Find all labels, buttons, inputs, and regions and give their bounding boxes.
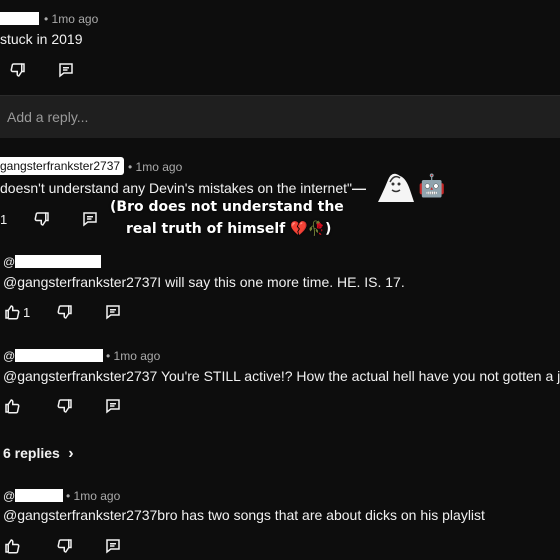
overlay-caption-line1: (Bro does not understand the [110, 199, 344, 215]
thumbs-up-icon [5, 539, 20, 554]
thumbs-down-icon [34, 212, 49, 226]
comment-text: @gangsterfrankster2737 You're STILL acti… [3, 368, 560, 384]
reply-comment-icon [106, 305, 120, 320]
reply-button[interactable] [57, 61, 75, 79]
comment-timestamp: • 1mo ago [106, 349, 161, 363]
like-count: 1 [0, 212, 8, 227]
dislike-button[interactable] [56, 397, 74, 415]
handle-at-symbol: @ [3, 349, 16, 363]
handle-at-symbol: @ [3, 489, 16, 503]
like-button[interactable] [3, 303, 21, 321]
like-button[interactable] [3, 537, 21, 555]
robot-emoji: 🤖 [418, 173, 446, 198]
redacted-username [15, 489, 63, 502]
dislike-button[interactable] [56, 537, 74, 555]
reply-input-placeholder[interactable]: Add a reply... [7, 109, 88, 125]
crying-face-sticker-image [378, 173, 414, 202]
thumbs-up-icon [5, 399, 20, 414]
thumbs-down-icon [57, 399, 72, 413]
view-replies-link[interactable]: 6 replies › [3, 445, 74, 463]
thumbs-down-icon [10, 63, 25, 77]
comment-author-handle[interactable]: gangsterfrankster2737 [0, 157, 125, 175]
dislike-button[interactable] [56, 303, 74, 321]
reply-comment-icon [106, 539, 120, 554]
thumbs-up-icon [5, 305, 20, 320]
reply-comment-icon [106, 399, 120, 414]
redacted-username [0, 12, 39, 25]
comment-text: stuck in 2019 [0, 31, 83, 47]
comment-text: @gangsterfrankster2737I will say this on… [3, 274, 405, 290]
reply-comment-icon [59, 63, 73, 78]
comment-timestamp: • 1mo ago [128, 160, 183, 174]
comment-text: @gangsterfrankster2737bro has two songs … [3, 507, 485, 523]
handle-at-symbol: @ [3, 255, 16, 269]
overlay-caption-line2: real truth of himself 💔🥀) [126, 221, 332, 237]
comment-timestamp: • 1mo ago [66, 489, 121, 503]
like-count: 1 [23, 305, 31, 320]
like-button[interactable] [3, 397, 21, 415]
comment-timestamp: • 1mo ago [44, 12, 99, 26]
reply-button[interactable] [104, 537, 122, 555]
reply-button[interactable] [104, 397, 122, 415]
reply-button[interactable] [81, 210, 99, 228]
redacted-username [15, 255, 101, 268]
dash-emoji: — [351, 180, 366, 196]
redacted-username [15, 349, 103, 362]
dislike-button[interactable] [33, 210, 51, 228]
reply-button[interactable] [104, 303, 122, 321]
reply-comment-icon [83, 212, 97, 227]
chevron-right-icon: › [68, 445, 74, 462]
dislike-button[interactable] [9, 61, 27, 79]
comment-text: doesn't understand any Devin's mistakes … [0, 180, 366, 196]
reply-input-bar[interactable]: Add a reply... [0, 95, 560, 138]
thumbs-down-icon [57, 305, 72, 319]
view-replies-label[interactable]: 6 replies [3, 445, 60, 461]
thumbs-down-icon [57, 539, 72, 553]
